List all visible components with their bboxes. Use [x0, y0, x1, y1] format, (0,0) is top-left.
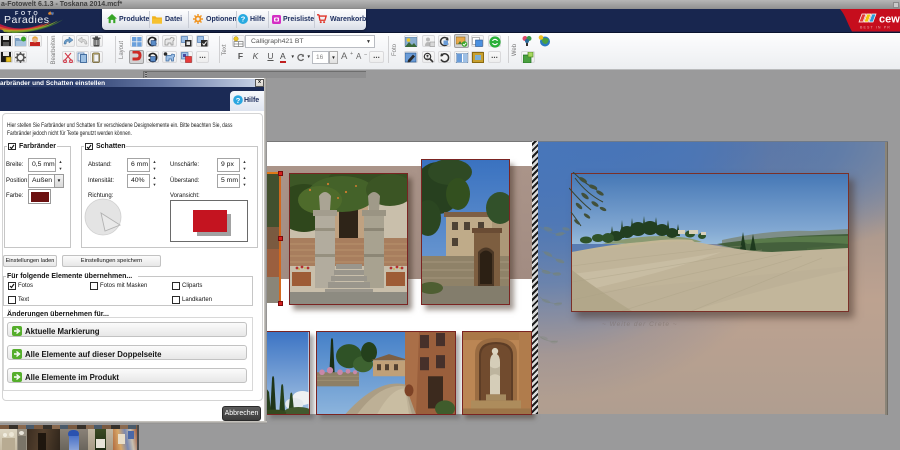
svg-text:cew: cew [879, 14, 900, 26]
svg-text:?: ? [241, 15, 246, 24]
svg-text:?: ? [235, 96, 240, 105]
svg-text:BEST IN PR: BEST IN PR [860, 26, 891, 30]
